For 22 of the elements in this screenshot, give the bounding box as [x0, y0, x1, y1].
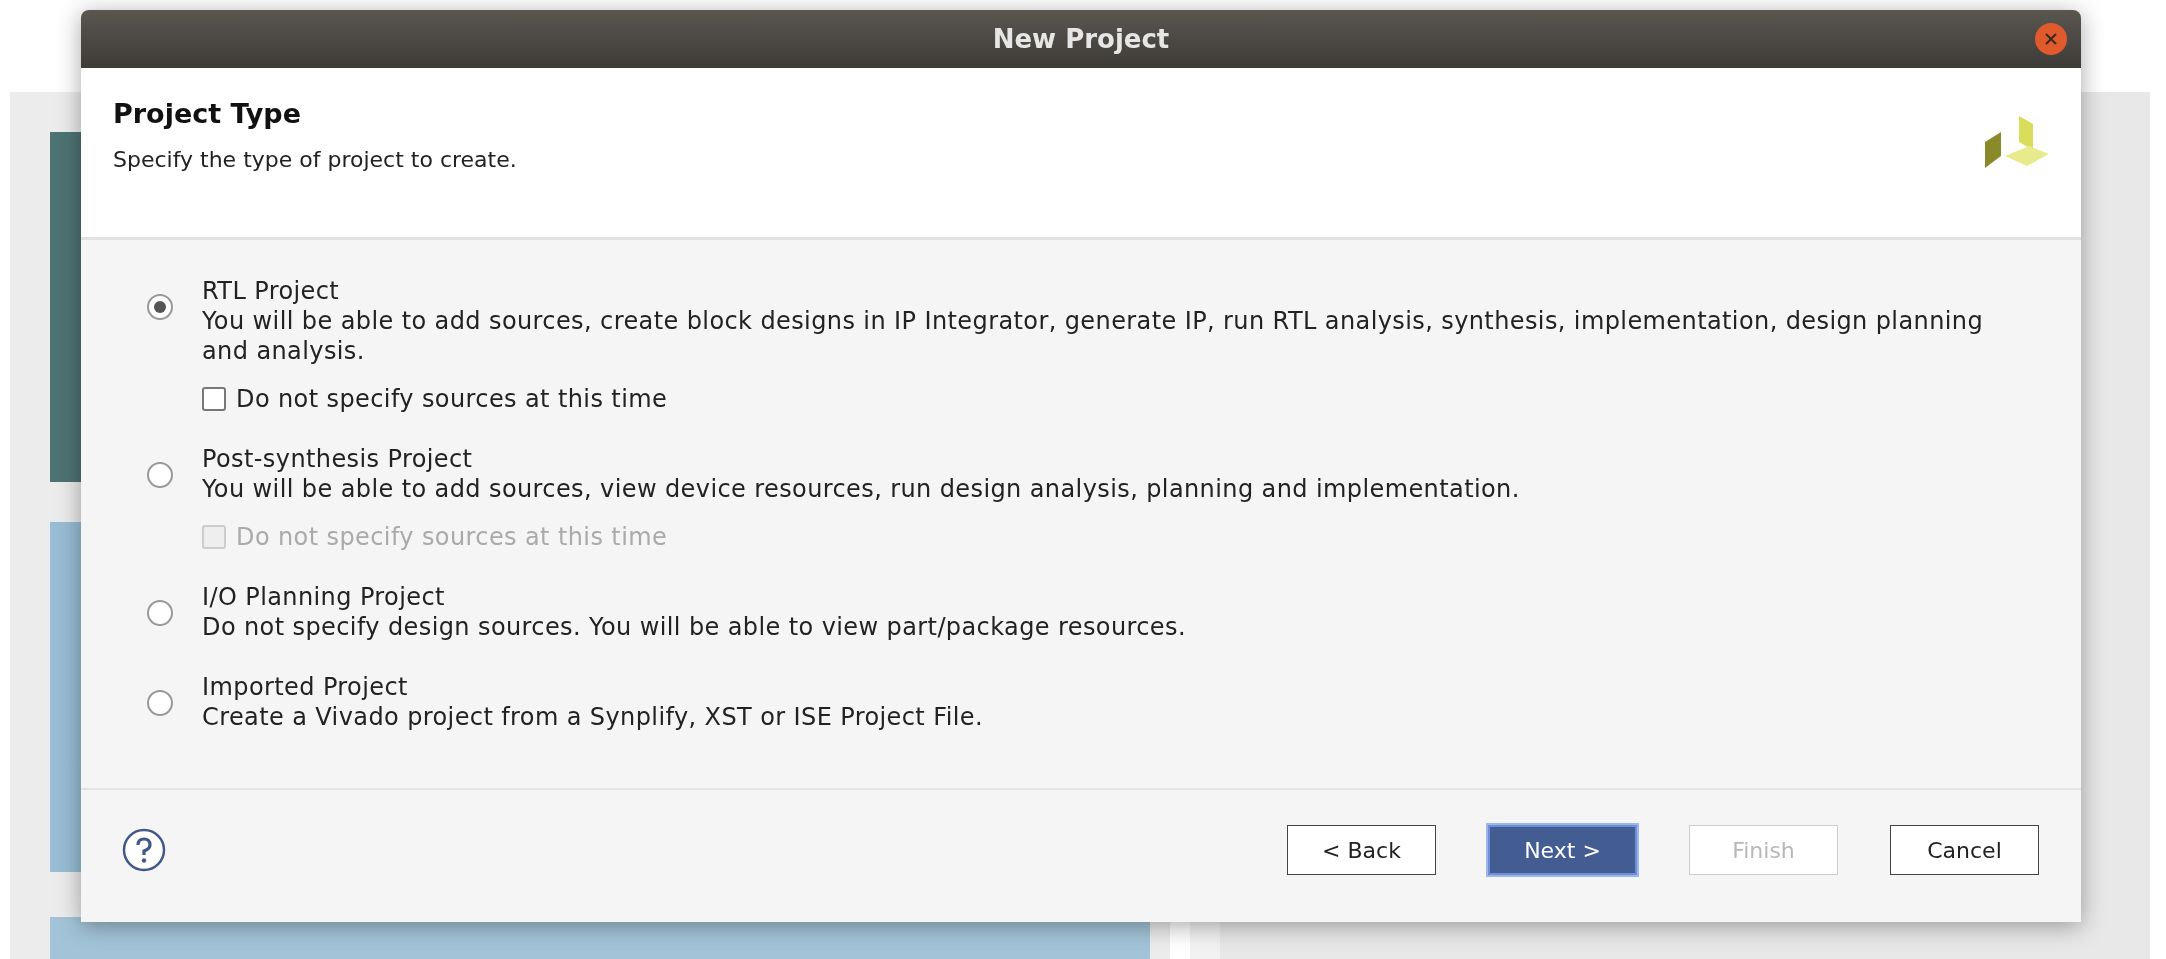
option-label[interactable]: Imported Project: [202, 672, 408, 702]
option-description: You will be able to add sources, create block designs in IP Integrator, generate IP, run RTL analysis, synthesis, implementation, design planning and analysis.: [202, 306, 1985, 366]
option-label[interactable]: RTL Project: [202, 276, 340, 306]
page-subtitle: Specify the type of project to create.: [113, 147, 517, 172]
checkbox[interactable]: [202, 387, 226, 411]
radio-button[interactable]: [147, 294, 173, 320]
option-label[interactable]: Post-synthesis Project: [202, 444, 473, 474]
option-description: You will be able to add sources, view device resources, run design analysis, planning and implementation.: [202, 474, 1521, 504]
checkbox-label[interactable]: Do not specify sources at this time: [236, 384, 668, 414]
help-icon[interactable]: [122, 828, 166, 872]
radio-button[interactable]: [147, 690, 173, 716]
radio-button[interactable]: [147, 600, 173, 626]
option-description: Do not specify design sources. You will be able to view part/package resources.: [202, 612, 1187, 642]
option-description: Create a Vivado project from a Synplify, XST or ISE Project File.: [202, 702, 984, 732]
dialog-button[interactable]: Next >: [1488, 825, 1637, 875]
window-title: New Project: [992, 24, 1170, 54]
page-title: Project Type: [113, 98, 302, 129]
dialog-button[interactable]: < Back: [1287, 825, 1436, 875]
option-label[interactable]: I/O Planning Project: [202, 582, 445, 612]
dialog-button[interactable]: Cancel: [1890, 825, 2039, 875]
radio-button[interactable]: [147, 462, 173, 488]
close-icon[interactable]: [2035, 23, 2067, 55]
